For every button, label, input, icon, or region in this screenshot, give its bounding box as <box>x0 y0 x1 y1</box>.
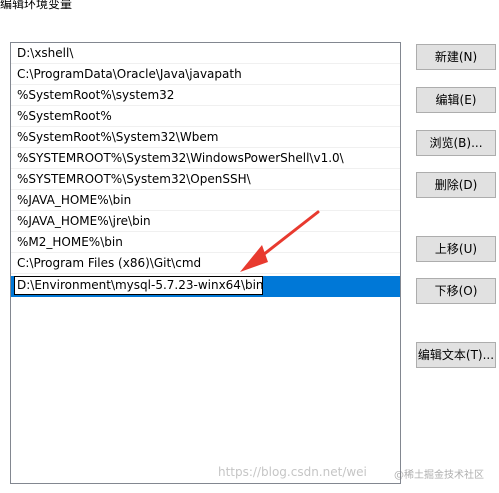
watermark-url: https://blog.csdn.net/wei <box>218 465 367 479</box>
red-arrow-annotation <box>240 210 320 272</box>
watermark-credit: @稀土掘金技术社区 <box>394 470 484 481</box>
